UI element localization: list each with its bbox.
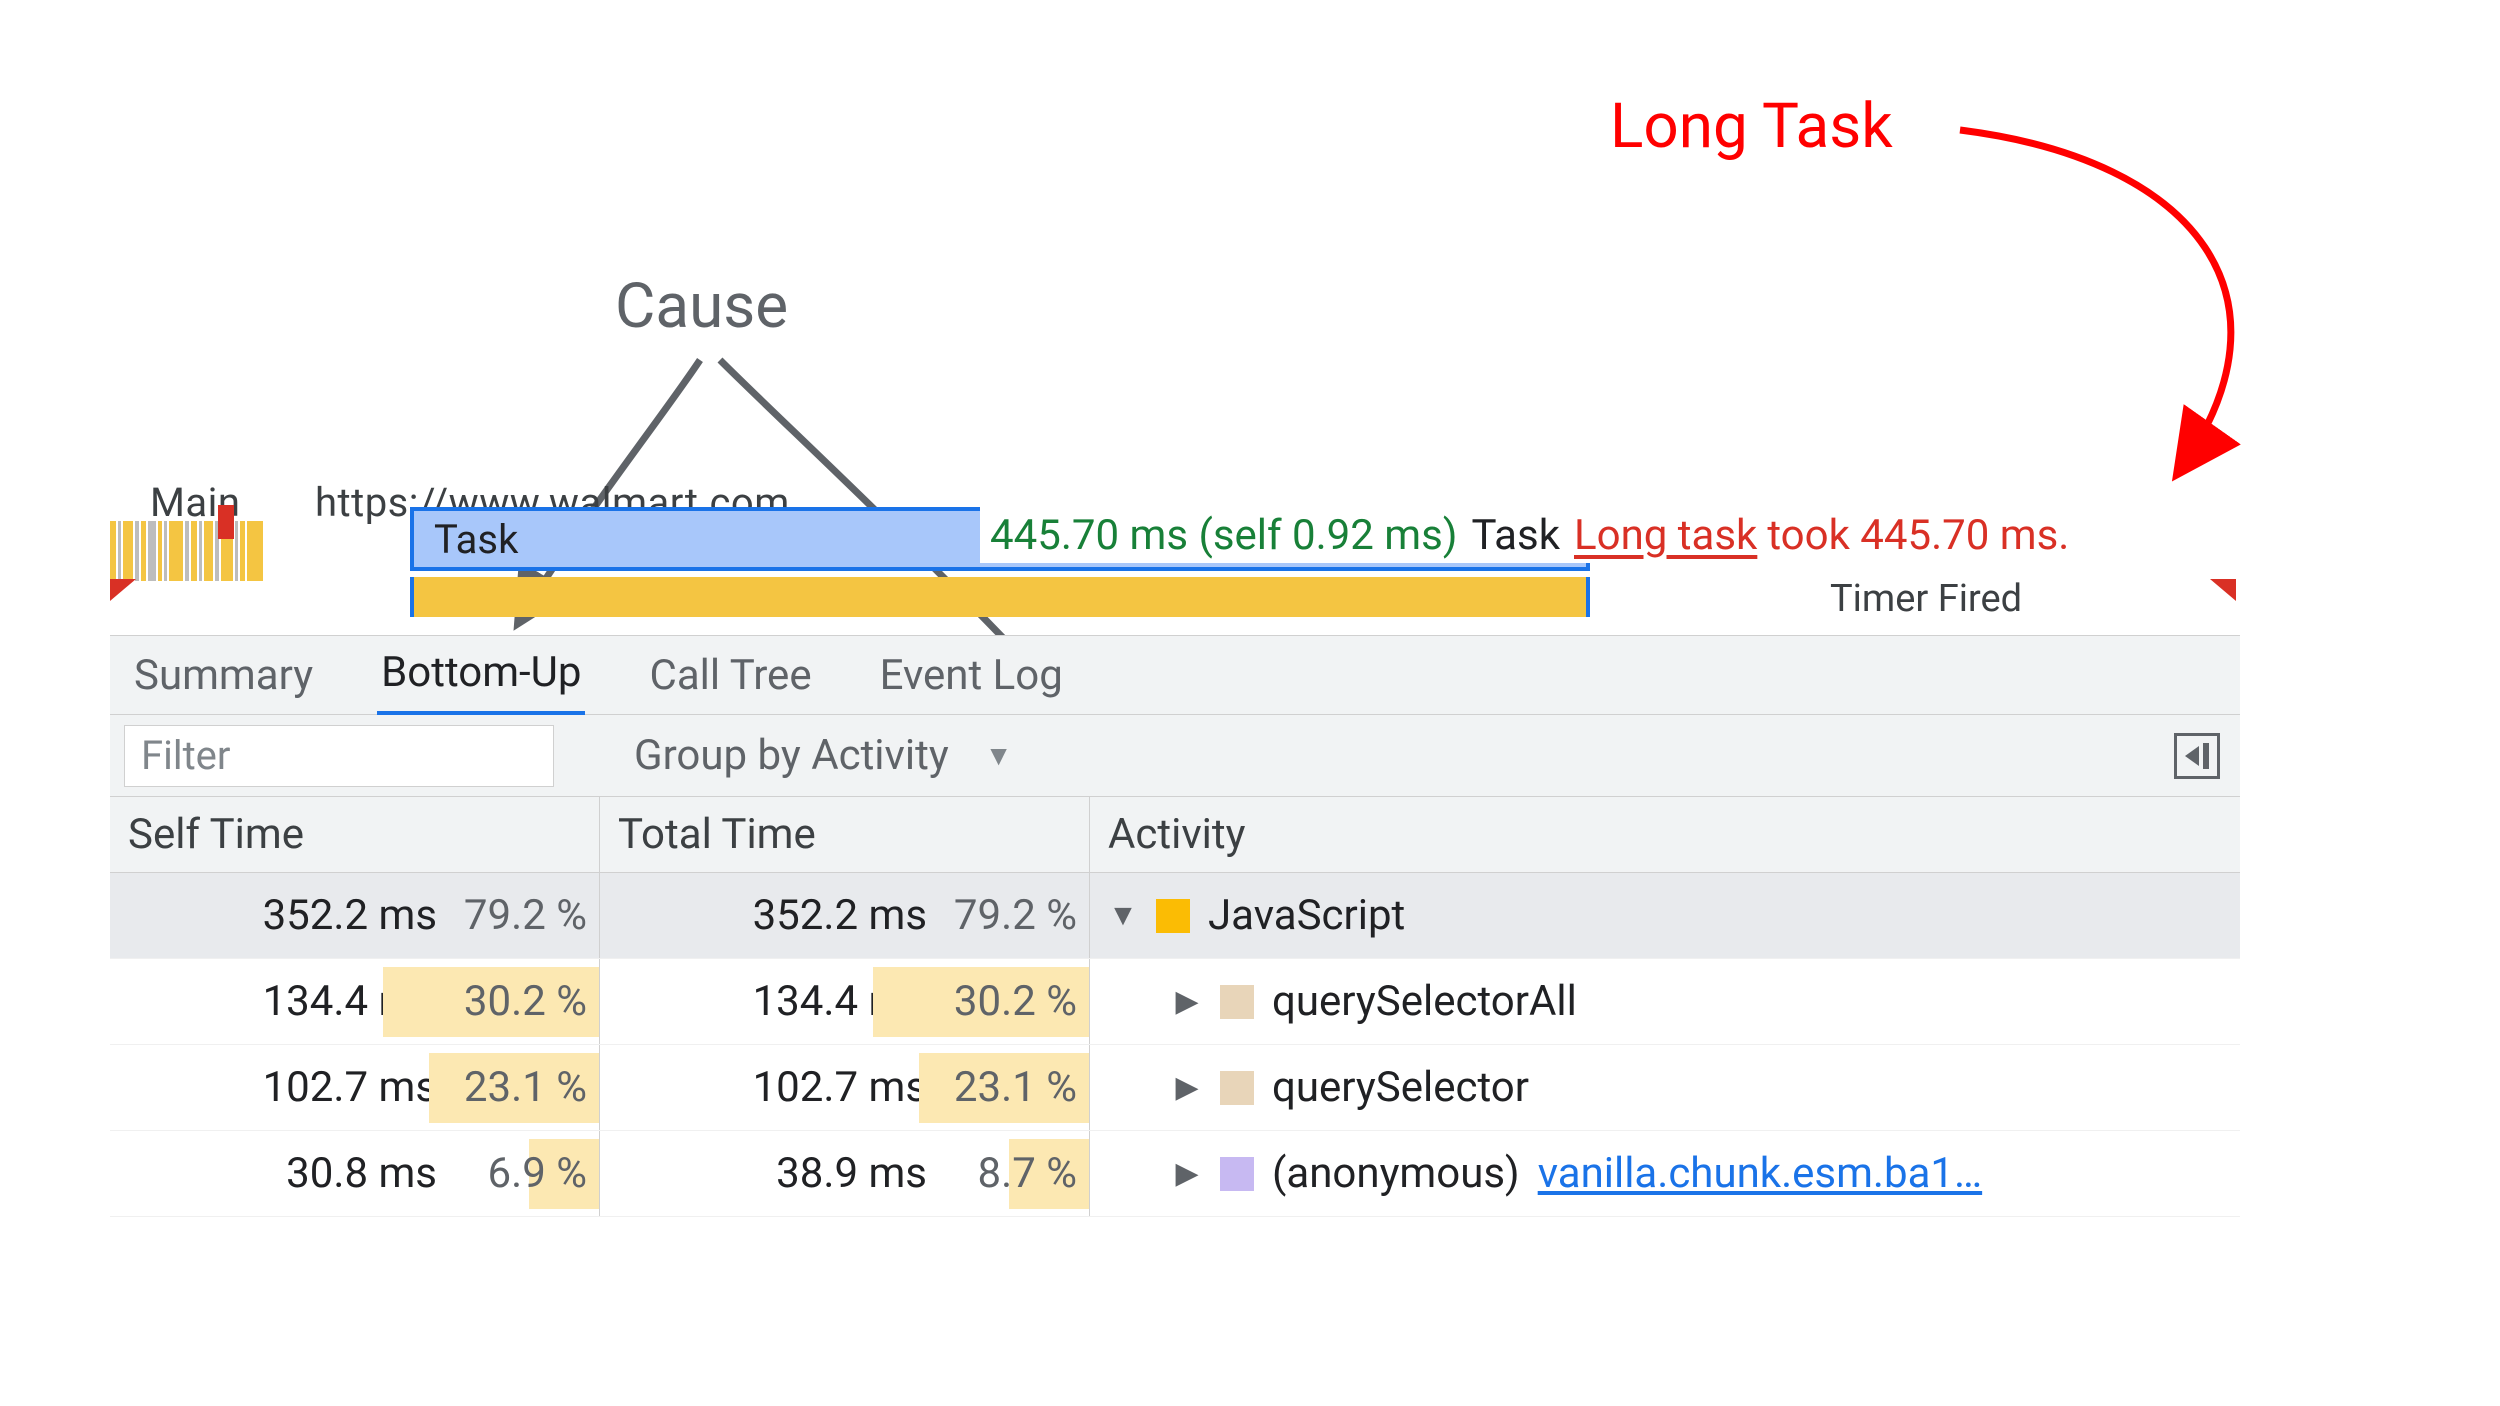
self-ms: 352.2 ms [217,891,437,940]
table-body: 352.2 ms79.2 %352.2 ms79.2 %▼JavaScript1… [110,873,2240,1217]
total-ms: 102.7 ms [707,1063,927,1112]
table-row[interactable]: 30.8 ms6.9 %38.9 ms8.7 %▶(anonymous)vani… [110,1131,2240,1217]
chevron-down-icon: ▼ [985,739,1013,772]
total-ms: 352.2 ms [707,891,927,940]
category-color-swatch [1220,1157,1254,1191]
table-header: Self Time Total Time Activity [110,797,2240,873]
disclosure-triangle-icon[interactable]: ▼ [1108,898,1138,933]
activity-name: querySelector [1272,1063,1529,1112]
long-task-flag-icon [218,505,234,539]
self-pct: 79.2 % [437,891,587,940]
table-row[interactable]: 134.4 ms30.2 %134.4 ms30.2 % ▶ querySelect… [110,959,2240,1045]
category-color-swatch [1156,899,1190,933]
disclosure-triangle-icon[interactable]: ▶ [1172,984,1202,1019]
total-ms: 38.9 ms [707,1149,927,1198]
cell-self-time: 30.8 ms6.9 % [110,1131,600,1216]
category-color-swatch [1220,985,1254,1019]
task-tooltip: 445.70 ms (self 0.92 ms) Task Long task … [980,507,2069,563]
activity-name: querySelectorAll [1272,977,1577,1026]
total-pct: 23.1 % [927,1063,1077,1112]
self-pct: 23.1 % [437,1063,587,1112]
long-task-took: took 445.70 ms. [1767,511,2069,560]
disclosure-triangle-icon[interactable]: ▶ [1172,1070,1202,1105]
filter-input[interactable]: Filter [124,725,554,787]
cell-total-time: 352.2 ms79.2 % [600,873,1090,958]
total-pct: 30.2 % [927,977,1077,1026]
annotation-long-task: Long Task [1610,90,1893,163]
cell-activity: ▶ querySelectorAll [1090,959,2240,1044]
cell-total-time: 38.9 ms8.7 % [600,1131,1090,1216]
self-pct: 6.9 % [437,1149,587,1198]
self-ms: 30.8 ms [217,1149,437,1198]
cell-activity: ▶ (anonymous) vanilla.chunk.esm.ba1… [1090,1131,2240,1216]
self-pct: 30.2 % [437,977,587,1026]
disclosure-triangle-icon[interactable]: ▶ [1172,1156,1202,1191]
task-name: Task [1471,511,1560,560]
long-task-link[interactable]: Long task [1574,511,1757,560]
tab-summary[interactable]: Summary [130,637,317,714]
flame-chart-strip: Main https://www.walmart.com Task 445.70… [110,487,2240,627]
annotation-cause: Cause [615,270,788,343]
microtasks-block[interactable] [410,577,1590,617]
cell-activity: ▶ querySelector [1090,1045,2240,1130]
source-link[interactable]: vanilla.chunk.esm.ba1… [1538,1149,1982,1198]
cell-self-time: 134.4 ms30.2 % [110,959,600,1044]
mini-events [110,521,310,581]
cell-total-time: 102.7 ms23.1 % [600,1045,1090,1130]
activity-name: JavaScript [1208,891,1405,940]
overflow-left-icon [110,579,136,601]
col-total-time[interactable]: Total Time [600,797,1090,872]
filter-row: Filter Group by Activity ▼ [110,715,2240,797]
total-pct: 8.7 % [927,1149,1077,1198]
cell-activity: ▼ JavaScript [1090,873,2240,958]
col-activity[interactable]: Activity [1090,797,2240,872]
self-ms: 102.7 ms [217,1063,437,1112]
timer-fired-block: Timer Fired [1830,577,2022,621]
table-row[interactable]: 102.7 ms23.1 %102.7 ms23.1 %▶querySelect… [110,1045,2240,1131]
group-by-select[interactable]: Group by Activity ▼ [634,731,1012,780]
cell-self-time: 352.2 ms79.2 % [110,873,600,958]
tab-call-tree[interactable]: Call Tree [645,637,815,714]
heaviest-stack-button[interactable] [2174,733,2220,779]
activity-name: (anonymous) [1272,1149,1520,1198]
table-row[interactable]: 352.2 ms79.2 %352.2 ms79.2 %▼JavaScript [110,873,2240,959]
category-color-swatch [1220,1071,1254,1105]
overflow-right-icon [2210,579,2236,601]
total-pct: 79.2 % [927,891,1077,940]
task-duration: 445.70 ms (self 0.92 ms) [990,511,1457,560]
cell-total-time: 134.4 ms30.2 % [600,959,1090,1044]
col-self-time[interactable]: Self Time [110,797,600,872]
cell-self-time: 102.7 ms23.1 % [110,1045,600,1130]
tab-event-log[interactable]: Event Log [876,637,1067,714]
devtools-tabs: Summary Bottom-Up Call Tree Event Log [110,635,2240,715]
tab-bottom-up[interactable]: Bottom-Up [377,634,585,716]
